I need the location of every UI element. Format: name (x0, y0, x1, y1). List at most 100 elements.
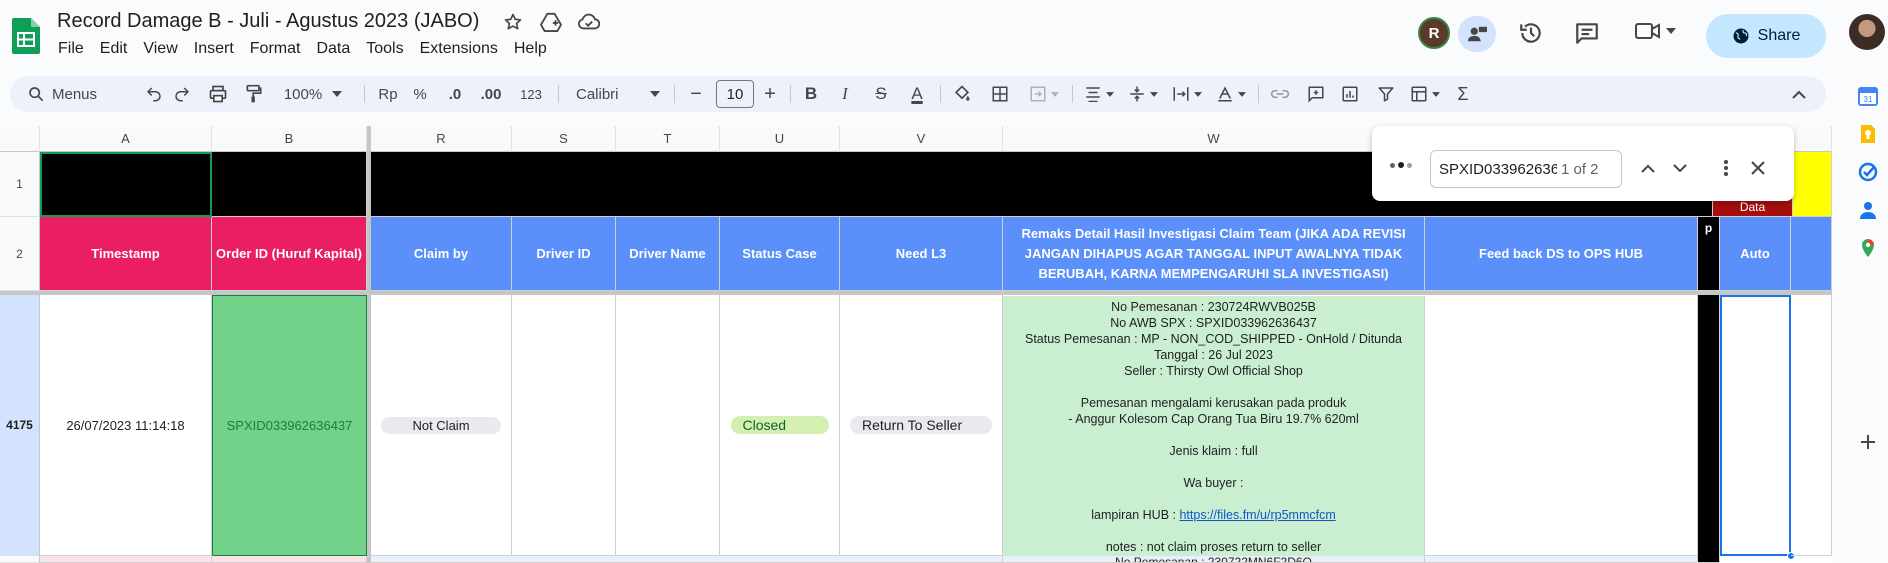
cell-extra[interactable] (1791, 295, 1832, 556)
functions-button[interactable]: Σ (1450, 76, 1476, 112)
header-driver-name[interactable]: Driver Name (616, 217, 720, 291)
horizontal-align-icon[interactable] (1080, 76, 1118, 112)
cell-driver-id[interactable] (512, 295, 616, 556)
menu-file[interactable]: File (50, 38, 92, 60)
merge-cells-icon[interactable] (1024, 76, 1064, 112)
cell-auto-selected[interactable] (1720, 295, 1791, 556)
cell-order-id[interactable]: SPXID033962636437 (212, 295, 367, 556)
column-header-a[interactable]: A (40, 126, 212, 152)
insert-link-icon[interactable] (1266, 76, 1294, 112)
menu-extensions[interactable]: Extensions (412, 38, 506, 60)
doc-title[interactable]: Record Damage B - Juli - Agustus 2023 (J… (57, 10, 479, 33)
account-avatar[interactable] (1849, 14, 1885, 50)
menu-format[interactable]: Format (242, 38, 309, 60)
cell-next-b[interactable] (212, 556, 367, 563)
insert-comment-icon[interactable] (1302, 76, 1330, 112)
menu-view[interactable]: View (135, 38, 185, 60)
bold-button[interactable]: B (798, 76, 824, 112)
menu-tools[interactable]: Tools (358, 38, 411, 60)
calendar-icon[interactable]: 31 (1858, 86, 1878, 106)
column-header-u[interactable]: U (720, 126, 840, 152)
search-menus[interactable]: Menus (18, 80, 128, 108)
menu-data[interactable]: Data (308, 38, 358, 60)
comments-icon[interactable] (1574, 20, 1600, 51)
maps-icon[interactable] (1858, 238, 1878, 258)
collapse-toolbar-icon[interactable] (1786, 76, 1812, 112)
fill-color-icon[interactable] (948, 76, 976, 112)
share-button[interactable]: Share (1706, 14, 1826, 58)
menu-help[interactable]: Help (506, 38, 555, 60)
cell-driver-name[interactable] (616, 295, 720, 556)
cell-need-l3[interactable]: Return To Seller (840, 295, 1003, 556)
column-header-r[interactable]: R (371, 126, 512, 152)
star-icon[interactable] (501, 10, 525, 34)
header-remarks[interactable]: Remaks Detail Hasil Investigasi Claim Te… (1003, 217, 1425, 291)
cloud-status-icon[interactable] (577, 10, 601, 34)
attachment-link[interactable]: https://files.fm/u/rp5mmcfcm (1179, 508, 1335, 522)
header-claim-by[interactable]: Claim by (371, 217, 512, 291)
header-p[interactable]: p (1698, 217, 1720, 291)
cell-claim-by[interactable]: Not Claim (371, 295, 512, 556)
tasks-icon[interactable] (1858, 162, 1878, 182)
cell-next-remarks[interactable]: No Pemesanan : 230722MN6F2D6Q (1003, 556, 1425, 563)
cell-next-a[interactable] (40, 556, 212, 563)
add-addon-icon[interactable] (1858, 432, 1878, 452)
insert-chart-icon[interactable] (1336, 76, 1364, 112)
decrease-decimal-button[interactable]: .0 (440, 76, 470, 112)
menu-edit[interactable]: Edit (92, 38, 136, 60)
header-order-id[interactable]: Order ID (Huruf Kapital) (212, 217, 367, 291)
increase-decimal-button[interactable]: .00 (474, 76, 508, 112)
version-history-icon[interactable] (1518, 20, 1544, 51)
cell-timestamp[interactable]: 26/07/2023 11:14:18 (40, 295, 212, 556)
column-header-b[interactable]: B (212, 126, 367, 152)
find-close-icon[interactable] (1746, 156, 1770, 180)
header-feedback[interactable]: Feed back DS to OPS HUB (1425, 217, 1698, 291)
filter-icon[interactable] (1372, 76, 1400, 112)
header-driver-id[interactable]: Driver ID (512, 217, 616, 291)
collaborator-avatar[interactable]: R (1418, 17, 1450, 49)
need-l3-chip[interactable]: Return To Seller (850, 416, 992, 434)
column-header-s[interactable]: S (512, 126, 616, 152)
undo-icon[interactable] (142, 76, 166, 112)
find-previous-icon[interactable] (1636, 156, 1660, 180)
menu-insert[interactable]: Insert (186, 38, 242, 60)
text-rotation-icon[interactable] (1212, 76, 1250, 112)
header-extra[interactable] (1791, 217, 1832, 291)
cell-yellow[interactable] (1793, 152, 1832, 217)
sheets-logo-icon[interactable] (12, 18, 40, 54)
meet-chat-button[interactable] (1458, 16, 1496, 52)
zoom-select[interactable]: 100% (278, 76, 348, 112)
borders-icon[interactable] (986, 76, 1014, 112)
column-header-w[interactable]: W (1003, 126, 1425, 152)
status-case-chip[interactable]: Closed (730, 416, 829, 434)
strikethrough-button[interactable]: S (868, 76, 894, 112)
font-select[interactable]: Calibri (568, 76, 668, 112)
meet-video-button[interactable] (1634, 20, 1676, 42)
cell-a1[interactable] (40, 152, 212, 217)
italic-button[interactable]: I (832, 76, 858, 112)
cell-p[interactable] (1698, 295, 1720, 563)
column-header-v[interactable]: V (840, 126, 1003, 152)
move-to-drive-icon[interactable] (539, 10, 563, 34)
claim-by-chip[interactable]: Not Claim (381, 416, 501, 434)
cell-status-case[interactable]: Closed (720, 295, 840, 556)
row-header-4175[interactable]: 4175 (0, 295, 40, 556)
row-header-2[interactable]: 2 (0, 217, 40, 291)
keep-icon[interactable] (1858, 124, 1878, 144)
header-timestamp[interactable]: Timestamp (40, 217, 212, 291)
redo-icon[interactable] (170, 76, 194, 112)
row-header-next[interactable] (0, 556, 40, 563)
percent-button[interactable]: % (408, 76, 432, 112)
select-all-corner[interactable] (0, 126, 40, 152)
header-need-l3[interactable]: Need L3 (840, 217, 1003, 291)
find-next-icon[interactable] (1668, 156, 1692, 180)
cell-next-feedback[interactable] (1425, 556, 1698, 563)
paint-format-icon[interactable] (242, 76, 266, 112)
print-icon[interactable] (206, 76, 230, 112)
text-color-button[interactable]: A (904, 76, 930, 112)
header-status-case[interactable]: Status Case (720, 217, 840, 291)
font-size-increase-button[interactable]: + (758, 76, 782, 112)
font-size-decrease-button[interactable]: − (684, 76, 708, 112)
row-header-1[interactable]: 1 (0, 152, 40, 217)
vertical-align-icon[interactable] (1124, 76, 1162, 112)
